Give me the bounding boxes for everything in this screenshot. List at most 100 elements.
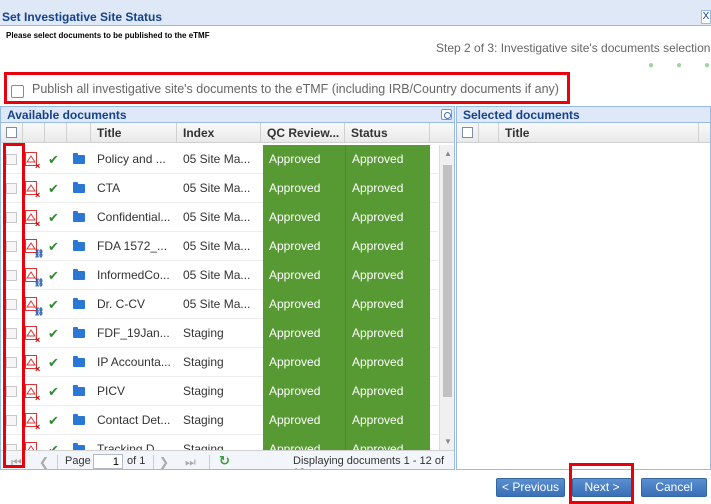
error-x-icon: × [35, 364, 41, 374]
next-button-highlight [569, 463, 634, 504]
folder-icon [73, 240, 85, 251]
cell-index: 05 Site Ma... [183, 239, 251, 253]
table-row[interactable]: ⛓ ✔ InformedCo... 05 Site Ma... Approved Appr… [1, 261, 438, 290]
scroll-up-icon[interactable]: ▲ [444, 149, 452, 158]
previous-button[interactable]: < Previous [496, 478, 565, 497]
folder-icon [73, 153, 85, 164]
refresh-icon[interactable]: ↻ [219, 453, 230, 469]
toolbar-separator [153, 455, 154, 469]
available-column-headers: Title Index QC Review... Status [1, 123, 454, 143]
close-icon[interactable]: X [701, 10, 711, 24]
select-all-checkbox[interactable] [6, 127, 17, 138]
approved-check-icon: ✔ [48, 355, 59, 370]
toolbar-separator [57, 455, 58, 469]
checkbox-column-highlight [3, 143, 25, 468]
approved-check-icon: ✔ [48, 297, 59, 312]
folder-icon [73, 356, 85, 367]
table-row[interactable]: × ✔ Policy and ... 05 Site Ma... Approved App… [1, 145, 438, 174]
table-row[interactable]: × ✔ PICV Staging Approved Approved [1, 377, 438, 406]
cell-index: 05 Site Ma... [183, 152, 251, 166]
approved-check-icon: ✔ [48, 181, 59, 196]
dialog-title: Set Investigative Site Status [2, 10, 163, 24]
cell-qc-review: Approved [263, 290, 345, 319]
cell-title: Contact Det... [97, 413, 171, 427]
cell-status: Approved [345, 348, 430, 377]
cell-index: Staging [183, 326, 224, 340]
instruction-text: Please select documents to be published … [6, 31, 210, 40]
table-row[interactable]: × ✔ FDF_19Jan... Staging Approved Approved [1, 319, 438, 348]
cell-title: InformedCo... [97, 268, 170, 282]
link-icon: ⛓ [34, 307, 45, 316]
cell-status: Approved [345, 145, 430, 174]
prev-page-icon[interactable]: ❮ [39, 455, 49, 469]
publish-all-label[interactable]: Publish all investigative site's documen… [32, 82, 559, 96]
cell-status: Approved [345, 232, 430, 261]
cell-status: Approved [345, 203, 430, 232]
error-x-icon: × [35, 161, 41, 171]
table-row[interactable]: × ✔ IP Accounta... Staging Approved Approved [1, 348, 438, 377]
page-number-input[interactable] [93, 454, 123, 469]
step-dot-icon: ● [704, 60, 711, 71]
column-header-index[interactable]: Index [177, 123, 261, 143]
column-header-qc-review[interactable]: QC Review... [261, 123, 345, 143]
cell-qc-review: Approved [263, 406, 345, 435]
approved-check-icon: ✔ [48, 413, 59, 428]
cell-qc-review: Approved [263, 174, 345, 203]
approved-check-icon: ✔ [48, 239, 59, 254]
error-x-icon: × [35, 190, 41, 200]
page-count-label: of 1 [127, 455, 146, 467]
cell-qc-review: Approved [263, 261, 345, 290]
selected-select-all-checkbox[interactable] [462, 127, 473, 138]
publish-all-checkbox[interactable] [11, 85, 24, 98]
cell-index: Staging [183, 384, 224, 398]
pagination-toolbar: ⏮ ❮ Page of 1 ❯ ⏭ ↻ Displaying documents… [1, 450, 454, 469]
last-page-icon[interactable]: ⏭ [185, 455, 196, 469]
cell-qc-review: Approved [263, 319, 345, 348]
cell-title: FDA 1572_... [97, 239, 168, 253]
cell-title: Policy and ... [97, 152, 166, 166]
approved-check-icon: ✔ [48, 268, 59, 283]
cancel-button[interactable]: Cancel [641, 478, 707, 497]
scrollbar-thumb[interactable] [443, 165, 452, 397]
cell-status: Approved [345, 406, 430, 435]
table-row[interactable]: × ✔ CTA 05 Site Ma... Approved Approved [1, 174, 438, 203]
selected-select-all-column [457, 123, 479, 143]
cell-title: CTA [97, 181, 121, 195]
cell-title: IP Accounta... [97, 355, 171, 369]
pdf-icon [25, 442, 37, 450]
check-column-header [45, 123, 67, 143]
scroll-down-icon[interactable]: ▼ [444, 437, 452, 446]
folder-icon [73, 211, 85, 222]
publish-all-option: Publish all investigative site's documen… [4, 72, 570, 104]
step-dot-icon: ● [676, 60, 683, 71]
cell-status: Approved [345, 319, 430, 348]
folder-icon [73, 269, 85, 280]
cell-index: Staging [183, 413, 224, 427]
selected-column-header-title[interactable]: Title [499, 123, 699, 143]
table-row[interactable]: ×✔Tracking D...StagingApprovedApproved [1, 435, 438, 450]
folder-icon [73, 298, 85, 309]
cell-title: PICV [97, 384, 126, 398]
cell-index: Staging [183, 355, 224, 369]
folder-icon [73, 327, 85, 338]
folder-icon [73, 182, 85, 193]
cell-qc-review: Approved [263, 377, 345, 406]
available-documents-title: Available documents [7, 108, 127, 122]
table-row[interactable]: × ✔ Confidential... 05 Site Ma... Approved Ap… [1, 203, 438, 232]
table-row[interactable]: × ✔ Contact Det... Staging Approved Approved [1, 406, 438, 435]
cell-qc-review: Approved [263, 232, 345, 261]
folder-icon [73, 385, 85, 396]
cell-title: FDF_19Jan... [97, 326, 170, 340]
column-header-status[interactable]: Status [345, 123, 430, 143]
selected-icon-column-header [479, 123, 499, 143]
search-tool-icon[interactable] [441, 109, 452, 120]
column-header-title[interactable]: Title [91, 123, 177, 143]
cell-title: Tracking D... [97, 442, 165, 450]
next-page-icon[interactable]: ❯ [159, 455, 169, 469]
cell-qc-review: Approved [263, 145, 345, 174]
approved-check-icon: ✔ [48, 210, 59, 225]
table-row[interactable]: ⛓ ✔ Dr. C-CV 05 Site Ma... Approved Approved [1, 290, 438, 319]
table-row[interactable]: ⛓ ✔ FDA 1572_... 05 Site Ma... Approved Appro… [1, 232, 438, 261]
cell-index: Staging [183, 442, 224, 450]
vertical-scrollbar[interactable]: ▲ ▼ [439, 145, 454, 450]
